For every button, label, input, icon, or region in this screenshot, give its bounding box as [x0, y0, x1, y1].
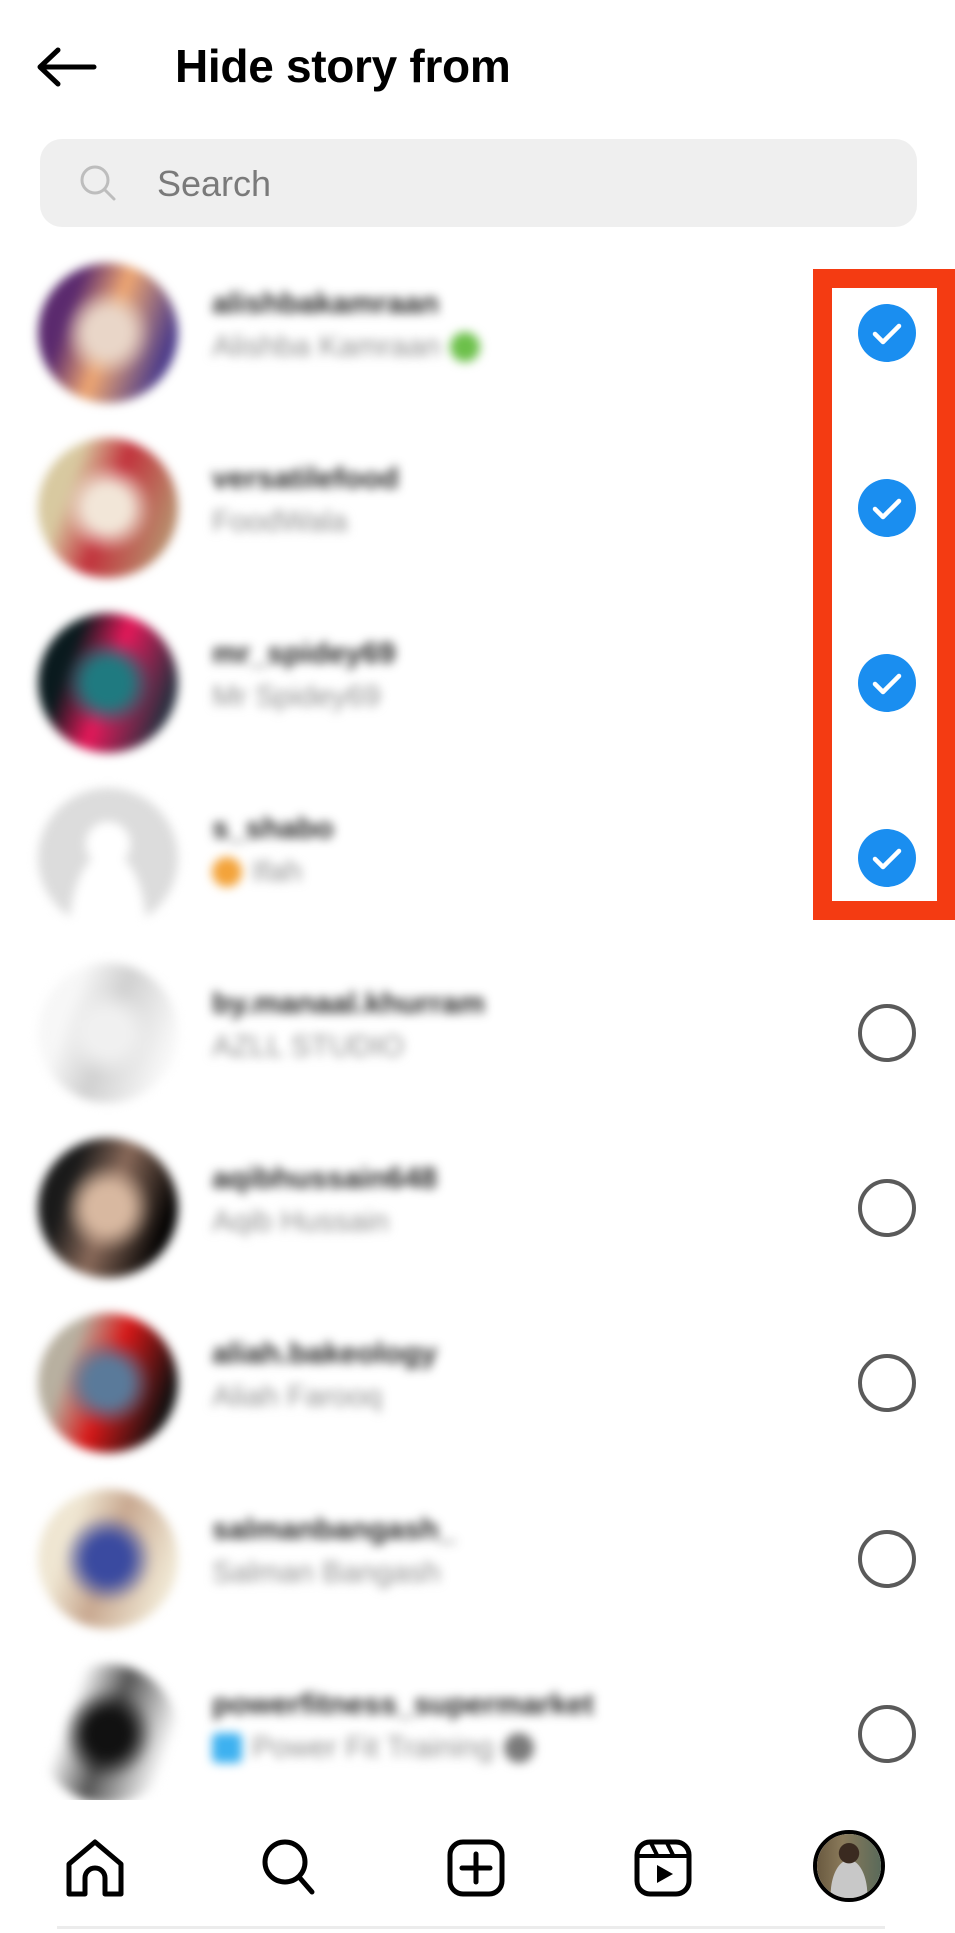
search-input[interactable] — [155, 139, 879, 229]
username: by.manaal.khurram — [212, 987, 485, 1020]
account-text: versatilefood FoodWala — [212, 459, 399, 545]
avatar — [38, 1664, 178, 1804]
page-title: Hide story from — [175, 40, 511, 92]
search-bar[interactable] — [40, 139, 917, 229]
account-text: salmanbangash_ Salman Bangash — [212, 1510, 455, 1596]
username: s_shabo — [212, 812, 334, 845]
display-name-text: AZLL STUDIO — [212, 1030, 405, 1063]
account-row[interactable]: aqibhussain648 Aqib Hussain — [0, 1121, 955, 1296]
account-row[interactable]: alishbakamraan Alishba Kamraan — [0, 246, 955, 421]
home-icon — [66, 1839, 124, 1897]
reels-icon — [634, 1839, 692, 1897]
account-text: mr_spidey69 Mr Spidey69 — [212, 634, 395, 720]
account-text: by.manaal.khurram AZLL STUDIO — [212, 984, 485, 1070]
username: aliah.bakeology — [212, 1337, 438, 1370]
display-name: AZLL STUDIO — [212, 1024, 485, 1070]
checkbox-unchecked[interactable] — [858, 1004, 916, 1062]
nav-reels[interactable] — [623, 1838, 703, 1898]
display-name-text: FoodWala — [212, 505, 348, 538]
arrow-left-icon — [37, 47, 97, 87]
username: versatilefood — [212, 462, 399, 495]
display-name: Ifah — [212, 849, 334, 895]
checkbox-checked[interactable] — [858, 654, 916, 712]
display-name-text: Alishba Kamraan — [212, 330, 441, 363]
account-row[interactable]: by.manaal.khurram AZLL STUDIO — [0, 946, 955, 1121]
search-icon — [80, 165, 116, 201]
checkbox-unchecked[interactable] — [858, 1179, 916, 1237]
username: powerfitness_supermarket — [212, 1688, 594, 1721]
back-button[interactable] — [34, 44, 100, 90]
username: mr_spidey69 — [212, 637, 396, 670]
account-text: alishbakamraan Alishba Kamraan — [212, 284, 481, 370]
display-name-text: Salman Bangash — [212, 1556, 441, 1589]
checkbox-checked[interactable] — [858, 829, 916, 887]
avatar — [38, 613, 178, 753]
plus-square-icon — [447, 1839, 505, 1897]
checkmark-icon — [872, 673, 902, 695]
account-row[interactable]: aliah.bakeology Aliah Farooq — [0, 1296, 955, 1471]
checkmark-icon — [872, 848, 902, 870]
username: aqibhussain648 — [212, 1162, 438, 1195]
nav-search[interactable] — [247, 1838, 327, 1898]
checkmark-icon — [872, 498, 902, 520]
avatar — [38, 263, 178, 403]
avatar — [38, 963, 178, 1103]
display-name-text: Aqib Hussain — [212, 1205, 389, 1238]
account-text: powerfitness_supermarket Power Fit Traini… — [212, 1685, 594, 1771]
display-name: FoodWala — [212, 499, 399, 545]
display-name: Aliah Farooq — [212, 1374, 437, 1420]
account-row[interactable]: s_shabo Ifah — [0, 771, 955, 946]
search-icon — [262, 1839, 315, 1895]
bottom-nav — [0, 1800, 955, 1933]
profile-photo — [817, 1834, 881, 1898]
display-name: Power Fit Training — [212, 1725, 594, 1771]
nav-home[interactable] — [55, 1838, 135, 1898]
nav-profile-avatar[interactable] — [813, 1830, 885, 1902]
avatar — [38, 1313, 178, 1453]
display-name: Mr Spidey69 — [212, 674, 395, 720]
username: salmanbangash_ — [212, 1513, 456, 1546]
account-row[interactable]: salmanbangash_ Salman Bangash — [0, 1472, 955, 1647]
checkbox-checked[interactable] — [858, 479, 916, 537]
display-name-text: Ifah — [252, 855, 303, 888]
avatar — [38, 788, 178, 928]
display-name-text: Aliah Farooq — [212, 1380, 383, 1413]
checkbox-checked[interactable] — [858, 304, 916, 362]
account-text: aqibhussain648 Aqib Hussain — [212, 1159, 437, 1245]
display-name: Salman Bangash — [212, 1550, 455, 1596]
checkbox-unchecked[interactable] — [858, 1530, 916, 1588]
nav-divider — [57, 1926, 885, 1929]
checkbox-unchecked[interactable] — [858, 1705, 916, 1763]
username: alishbakamraan — [212, 287, 439, 320]
display-name: Aqib Hussain — [212, 1199, 437, 1245]
account-row[interactable]: versatilefood FoodWala — [0, 421, 955, 596]
nav-create[interactable] — [436, 1838, 516, 1898]
display-name-text: Power Fit Training — [252, 1731, 494, 1764]
gray-dot-badge-icon — [503, 1733, 534, 1763]
display-name-text: Mr Spidey69 — [212, 680, 381, 713]
checkmark-icon — [872, 323, 902, 345]
avatar — [38, 1138, 178, 1278]
orange-star-badge-icon — [212, 857, 242, 887]
avatar — [38, 1489, 178, 1629]
display-name: Alishba Kamraan — [212, 324, 481, 370]
avatar — [38, 438, 178, 578]
checkbox-unchecked[interactable] — [858, 1354, 916, 1412]
account-text: aliah.bakeology Aliah Farooq — [212, 1334, 437, 1420]
account-row[interactable]: mr_spidey69 Mr Spidey69 — [0, 596, 955, 771]
account-row[interactable]: powerfitness_supermarket Power Fit Traini… — [0, 1647, 955, 1822]
green-leaf-badge-icon — [450, 332, 481, 362]
account-text: s_shabo Ifah — [212, 809, 334, 895]
blue-square-badge-icon — [212, 1733, 242, 1763]
